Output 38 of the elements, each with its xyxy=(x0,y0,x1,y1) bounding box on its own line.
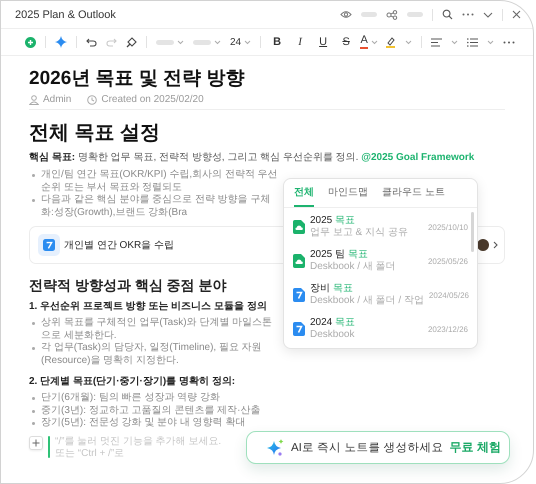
created-date: Created on 2025/02/20 xyxy=(101,94,204,105)
bullet-text: 다음과 같은 핵심 분야를 중심으로 전략 방향을 구체화:성장(Growth),브랜드 강화(Bra xyxy=(29,194,279,219)
bullet-text: 상위 목표를 구체적인 업무(Task)와 단계별 마일스톤으로 세분화한다. xyxy=(29,317,279,342)
result-title: 2024 목표 xyxy=(310,317,356,329)
bold-button[interactable]: B xyxy=(270,34,284,50)
result-date: 2023/12/26 xyxy=(428,324,468,334)
result-path: 업무 보고 & 지식 공유 xyxy=(310,227,409,239)
popup-tab[interactable]: 클라우드 노트 xyxy=(382,179,445,207)
result-path: Deskbook xyxy=(310,329,356,341)
result-title: 2025 목표 xyxy=(310,215,356,227)
subheading: 2. 단계별 목표(단기·중기·장기)를 명확히 정의: xyxy=(29,375,236,389)
underline-button[interactable]: U xyxy=(316,34,330,50)
bullet-text: 단기(6개월): 팀의 빠른 성장과 역량 강화 xyxy=(29,392,279,404)
text-color-button[interactable]: A xyxy=(362,34,376,50)
result-title: 2025 팀 목표 xyxy=(310,249,369,261)
ai-promo-banner[interactable]: AI로 즉시 노트를 생성하세요 무료 체험 xyxy=(246,431,510,464)
popup-tab[interactable]: 마인드맵 xyxy=(328,179,368,207)
result-date: 2025/05/26 xyxy=(428,256,468,266)
result-path: Deskbook / 새 폴더 xyxy=(310,261,397,273)
author-name: Admin xyxy=(43,94,72,105)
bullet-text: 중기(3년): 정교하고 고품질의 콘텐츠를 제작·산출 xyxy=(29,404,279,417)
result-title: 장비 목표 xyxy=(310,283,354,295)
document-title: 2026년 목표 및 전략 방향 xyxy=(29,68,246,90)
result-date: 2024/05/26 xyxy=(428,290,469,300)
banner-text: AI로 즉시 노트를 생성하세요 xyxy=(291,441,444,455)
strikethrough-button[interactable]: S xyxy=(339,34,354,50)
italic-button[interactable]: I xyxy=(293,34,308,50)
window-title: 2025 Plan & Outlook xyxy=(15,8,117,20)
paragraph: 핵심 목표: 명확한 업무 목표, 전략적 방향성, 그리고 핵심 우선순위를 정의. @2025 Goal Framework xyxy=(29,151,476,164)
bullet-text: 각 업무(Task)의 담당자, 일정(Timeline), 필요 자원(Resource)을 명확히 지정한다. xyxy=(29,342,279,367)
bullet-text: 장기(5년): 전문성 강화 및 분야 내 영향력 확대 xyxy=(29,417,279,430)
bullet-text: 개인/팀 연간 목표(OKR/KPI) 수립,회사의 전략적 우선순위 또는 부서 목표와 정렬되도 xyxy=(29,169,279,194)
section-heading: 전체 목표 설정 xyxy=(29,121,162,146)
card-title: 개인별 연간 OKR을 수립 xyxy=(64,239,176,252)
result-path: Deskbook / 새 폴더 / 작업 xyxy=(310,295,424,307)
font-size-dropdown[interactable]: 24 xyxy=(230,34,252,50)
result-item[interactable]: 2024 목표 Deskbook 2023/12/26 xyxy=(284,312,477,346)
section-heading: 전략적 방향성과 핵심 중점 분야 xyxy=(29,276,227,295)
